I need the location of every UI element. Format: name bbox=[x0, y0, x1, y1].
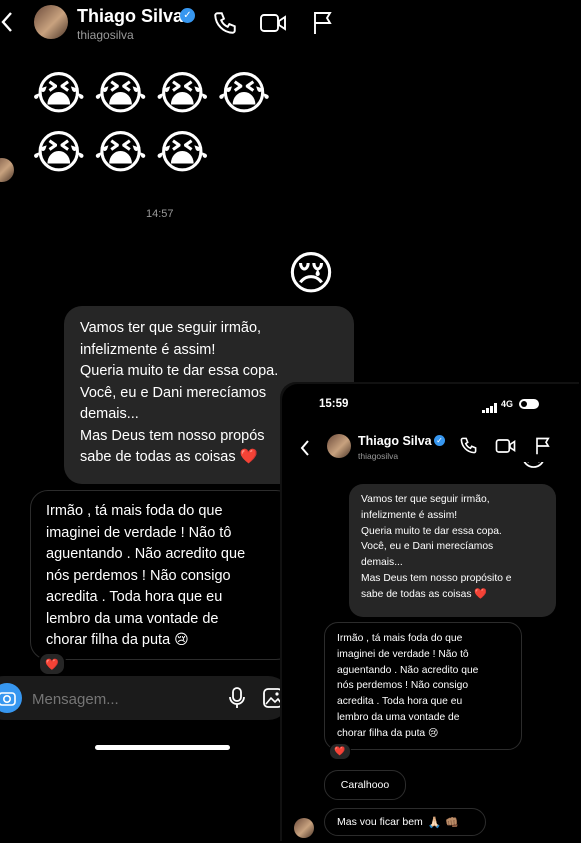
status-time: 15:59 bbox=[319, 398, 349, 410]
message-line: Irmão , tá mais foda do que bbox=[46, 503, 223, 519]
timestamp: 14:57 bbox=[146, 208, 174, 220]
crying-emoji: 😭 bbox=[93, 66, 148, 120]
heart-emoji: ❤️ bbox=[474, 587, 488, 600]
emoji-message: 😭 😭 😭 😭 😭 😭 😭 bbox=[32, 70, 272, 175]
emoji-row: 😭 😭 😭 😭 bbox=[32, 70, 272, 116]
message-line: chorar filha da puta 😢 bbox=[46, 632, 189, 648]
message-line: sabe de todas as coisas ❤️ bbox=[361, 587, 488, 600]
message-line: imaginei de verdade ! Não tô bbox=[46, 524, 232, 541]
verified-badge-icon: ✓ bbox=[180, 8, 195, 23]
message-line: lembro da uma vontade de bbox=[46, 610, 219, 627]
chevron-left-icon bbox=[300, 440, 309, 456]
message-line: acredita . Toda hora que eu bbox=[337, 696, 463, 708]
back-button[interactable] bbox=[0, 8, 16, 36]
message-line: aguentando . Não acredito que bbox=[46, 546, 246, 562]
crying-emoji: 😭 bbox=[32, 125, 86, 179]
crying-emoji: 😭 bbox=[32, 66, 86, 120]
home-indicator bbox=[95, 745, 230, 750]
message-text: Mas vou ficar bem bbox=[337, 816, 423, 828]
message-line: imaginei de verdade ! Não tô bbox=[337, 648, 469, 660]
chevron-left-icon bbox=[1, 12, 12, 32]
message-line: Queria muito te dar essa copa. bbox=[361, 525, 502, 537]
battery-icon bbox=[519, 399, 539, 409]
contact-username: thiagosilva bbox=[358, 451, 399, 461]
message-line: lembro da uma vontade de bbox=[337, 711, 460, 723]
network-label: 4G bbox=[501, 399, 514, 409]
reaction-badge[interactable]: ❤️ bbox=[38, 652, 66, 676]
message-text: Caralhooo bbox=[340, 779, 390, 791]
signal-icon bbox=[482, 400, 498, 418]
message-line: Irmão , tá mais foda do que bbox=[337, 633, 463, 644]
sent-message-bubble[interactable]: Vamos ter que seguir irmão, infelizmente… bbox=[349, 484, 556, 617]
back-button[interactable] bbox=[300, 439, 310, 462]
crying-emoji: 😭 bbox=[217, 66, 271, 120]
crying-emoji: 😭 bbox=[93, 125, 148, 179]
reaction-badge[interactable]: ❤️ bbox=[329, 743, 351, 760]
sad-emoji: 😢 bbox=[428, 727, 439, 739]
camera-icon bbox=[0, 692, 16, 706]
microphone-icon[interactable] bbox=[228, 686, 246, 710]
message-line: aguentando . Não acredito que bbox=[337, 664, 479, 676]
crying-emoji: 😭 bbox=[155, 125, 210, 179]
crying-emoji: 😭 bbox=[155, 66, 210, 120]
inset-screenshot: 15:59 4G Thiago Silva ✓ thiagosilva 😢 Va… bbox=[282, 384, 581, 843]
avatar[interactable] bbox=[34, 5, 68, 39]
message-line: Vamos ter que seguir irmão, bbox=[361, 494, 490, 505]
avatar[interactable] bbox=[327, 434, 351, 458]
video-icon[interactable] bbox=[259, 11, 287, 35]
message-line: nós perdemos ! Não consigo bbox=[46, 567, 231, 584]
received-message-bubble[interactable]: Irmão , tá mais foda do que imaginei de … bbox=[324, 622, 522, 750]
message-line: demais... bbox=[361, 557, 403, 569]
heart-emoji: ❤️ bbox=[239, 449, 258, 465]
received-message-bubble[interactable]: Mas vou ficar bem 🙏🏻 👊🏽 bbox=[324, 808, 486, 836]
message-line: Vamos ter que seguir irmão, bbox=[80, 320, 262, 336]
message-line: acredita . Toda hora que eu bbox=[46, 589, 223, 605]
message-input[interactable] bbox=[30, 686, 214, 712]
message-line: nós perdemos ! Não consigo bbox=[337, 680, 469, 692]
phone-icon[interactable] bbox=[459, 436, 478, 455]
sender-avatar[interactable] bbox=[294, 818, 314, 838]
gallery-icon[interactable] bbox=[262, 687, 284, 709]
contact-name[interactable]: Thiago Silva bbox=[358, 434, 432, 448]
pray-fist-emoji: 🙏🏻 👊🏽 bbox=[427, 815, 459, 829]
sender-avatar[interactable] bbox=[0, 158, 14, 182]
contact-username: thiagosilva bbox=[77, 28, 134, 42]
message-line: infelizmente é assim! bbox=[361, 509, 458, 521]
sad-emoji: 😢 bbox=[287, 246, 335, 300]
message-line: Queria muito te dar essa copa. bbox=[80, 363, 279, 379]
flag-icon[interactable] bbox=[311, 10, 335, 36]
message-line: chorar filha da puta 😢 bbox=[337, 727, 439, 739]
video-icon[interactable] bbox=[495, 437, 516, 455]
phone-icon[interactable] bbox=[212, 10, 238, 36]
received-message-bubble[interactable]: Caralhooo bbox=[324, 770, 406, 800]
emoji-row: 😭 😭 😭 bbox=[32, 129, 272, 175]
sad-emoji: 😢 bbox=[174, 632, 189, 648]
message-line: infelizmente é assim! bbox=[80, 341, 216, 358]
flag-icon[interactable] bbox=[534, 436, 552, 456]
received-message-bubble[interactable]: Irmão , tá mais foda do que imaginei de … bbox=[30, 490, 294, 660]
message-line: Mas Deus tem nosso propósito e bbox=[361, 572, 512, 584]
message-line: Você, eu e Dani merecíamos bbox=[361, 541, 494, 553]
contact-name[interactable]: Thiago Silva bbox=[77, 6, 183, 27]
verified-badge-icon: ✓ bbox=[434, 435, 445, 446]
partial-emoji: 😢 bbox=[520, 462, 550, 474]
